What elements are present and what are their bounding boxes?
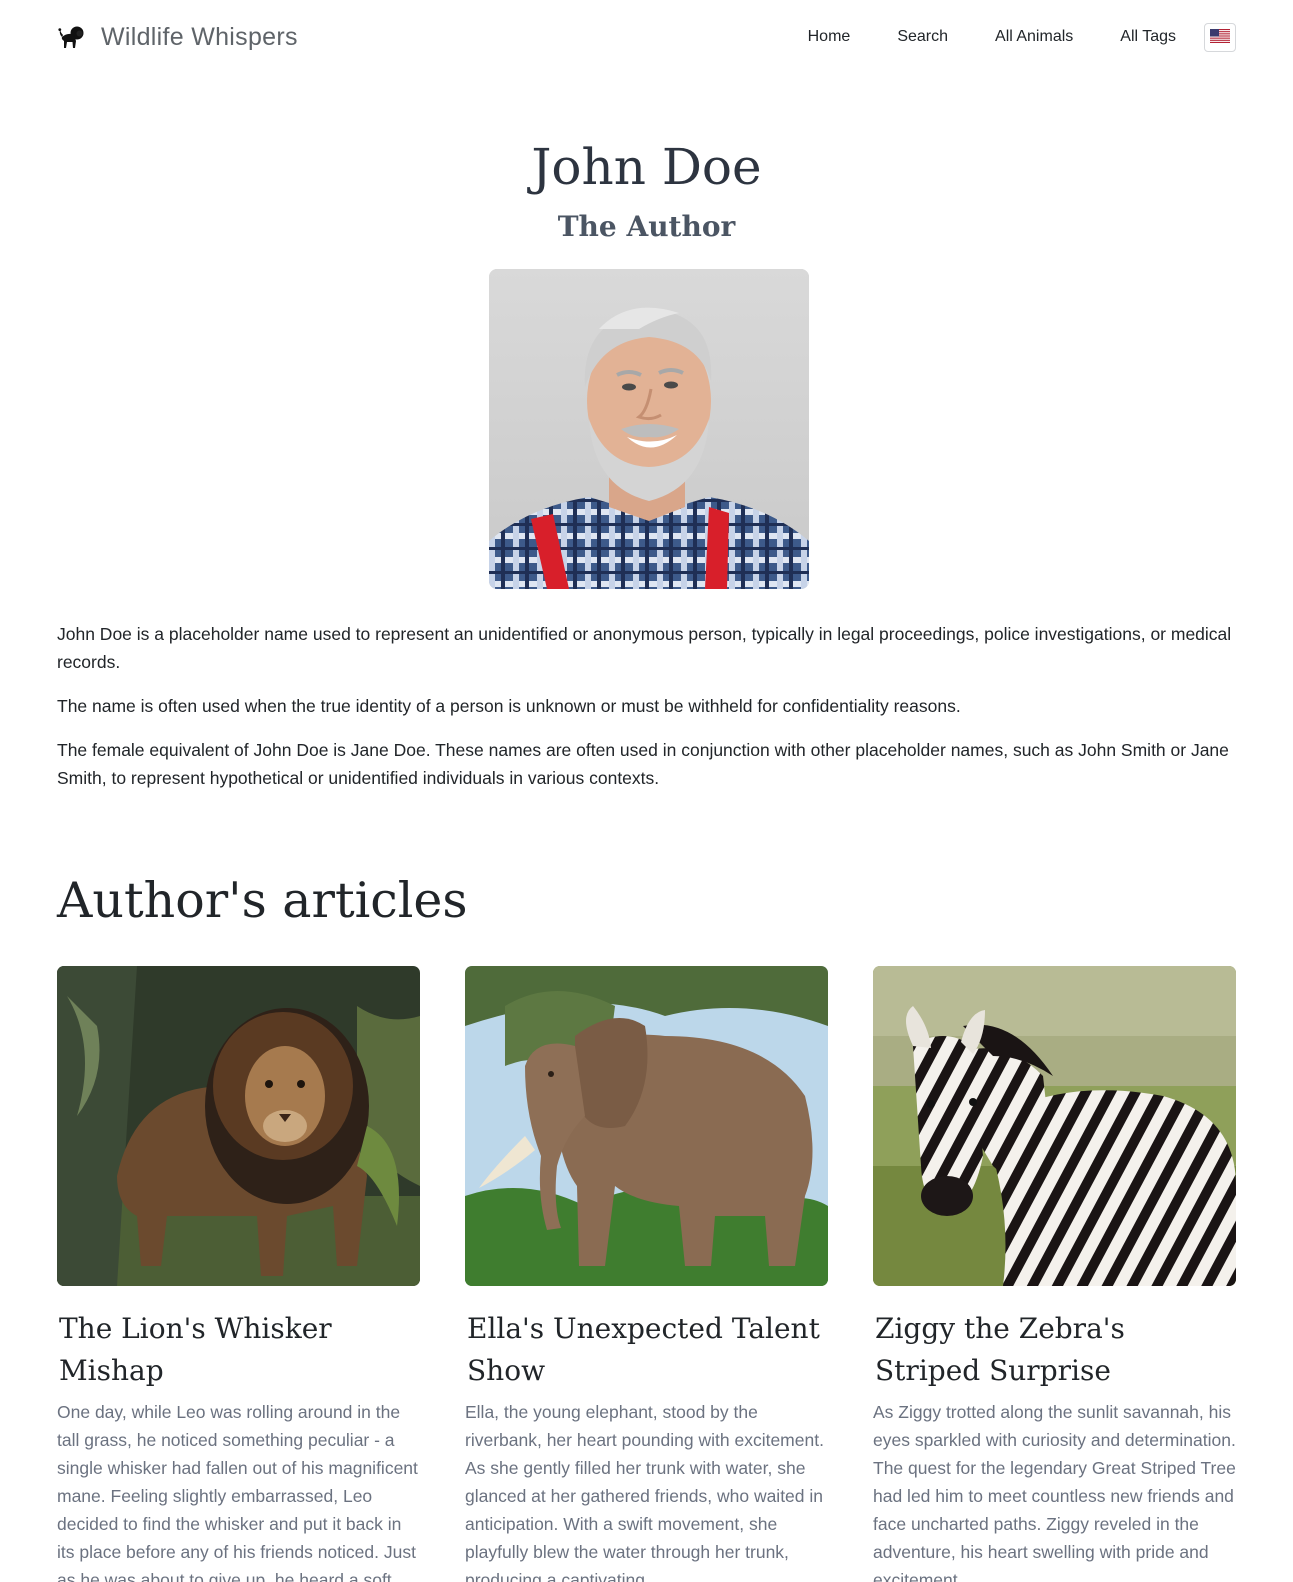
nav-all-tags-link[interactable]: All Tags — [1120, 28, 1176, 46]
bio-paragraph: John Doe is a placeholder name used to r… — [57, 624, 1232, 672]
article-image-zebra[interactable] — [873, 966, 1236, 1286]
article-excerpt: As Ziggy trotted along the sunlit savann… — [873, 1402, 1236, 1582]
author-role: The Author — [557, 210, 736, 243]
language-selector-button[interactable] — [1204, 22, 1236, 52]
articles-heading: Author's articles — [57, 872, 468, 929]
author-bio: John Doe is a placeholder name used to r… — [57, 620, 1237, 808]
brand-link[interactable]: Wildlife Whispers — [57, 22, 298, 52]
article-image-lion[interactable] — [57, 966, 420, 1286]
bio-paragraph: The name is often used when the true ide… — [57, 696, 961, 716]
article-title[interactable]: Ella's Unexpected Talent Show — [465, 1308, 828, 1392]
author-portrait — [489, 269, 809, 589]
nav-home-link[interactable]: Home — [808, 28, 851, 46]
nav-all-animals-link[interactable]: All Animals — [995, 28, 1073, 46]
navbar: Wildlife Whispers Home Search All Animal… — [0, 0, 1293, 74]
author-name: John Doe — [531, 138, 762, 196]
nav-links: Home Search All Animals All Tags — [808, 20, 1236, 54]
lion-logo-icon — [57, 22, 87, 52]
nav-search-link[interactable]: Search — [897, 28, 948, 46]
brand-name: Wildlife Whispers — [101, 22, 298, 51]
article-excerpt: Ella, the young elephant, stood by the r… — [465, 1402, 824, 1582]
article-title[interactable]: The Lion's Whisker Mishap — [57, 1308, 420, 1392]
article-card[interactable]: Ella's Unexpected Talent Show Ella, the … — [465, 966, 828, 1582]
article-excerpt: One day, while Leo was rolling around in… — [57, 1402, 418, 1582]
bio-paragraph: The female equivalent of John Doe is Jan… — [57, 740, 1229, 788]
article-card[interactable]: Ziggy the Zebra's Striped Surprise As Zi… — [873, 966, 1236, 1582]
article-image-elephant[interactable] — [465, 966, 828, 1286]
article-card[interactable]: The Lion's Whisker Mishap One day, while… — [57, 966, 420, 1582]
article-title[interactable]: Ziggy the Zebra's Striped Surprise — [873, 1308, 1236, 1392]
us-flag-icon — [1210, 28, 1230, 46]
